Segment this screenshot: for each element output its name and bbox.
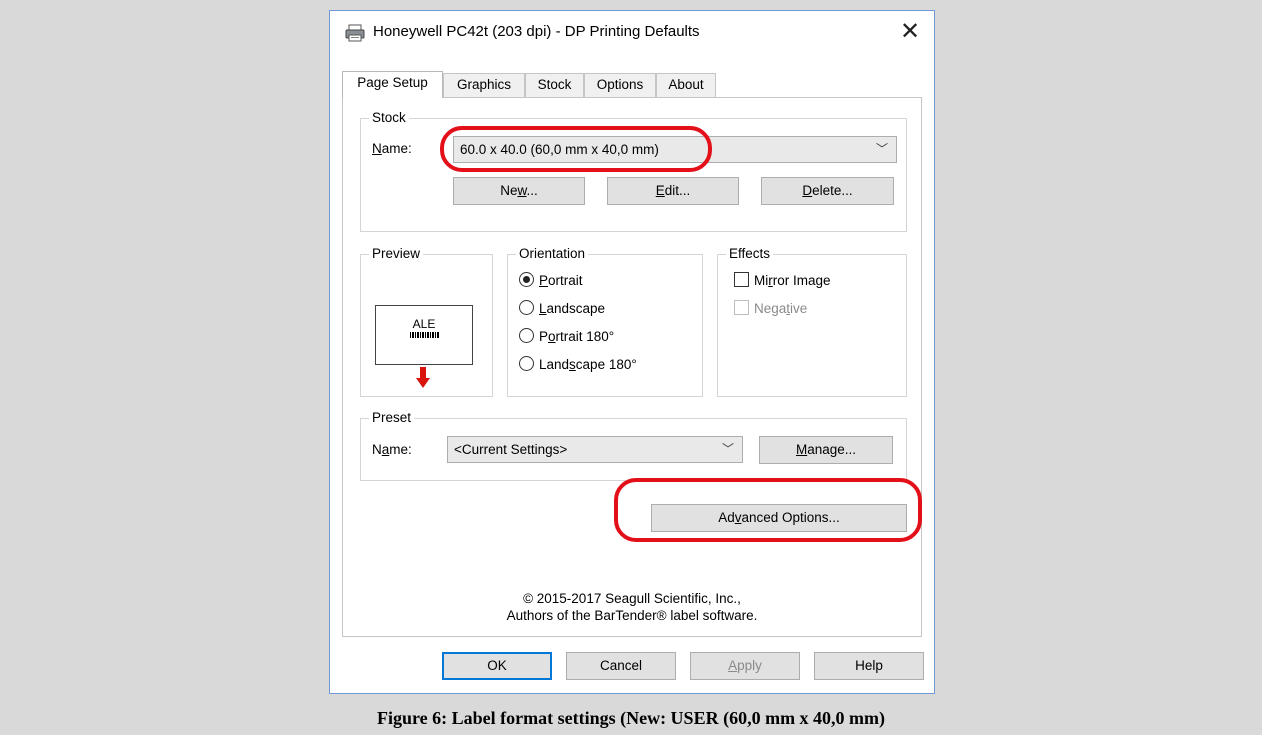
orientation-group: Orientation Portrait Landscape Portrait …	[507, 246, 703, 397]
new-stock-button[interactable]: New...	[453, 177, 585, 205]
orientation-portrait-180-radio[interactable]: Portrait 180°	[519, 328, 614, 348]
help-button[interactable]: Help	[814, 652, 924, 680]
title-bar[interactable]: Honeywell PC42t (203 dpi) - DP Printing …	[330, 11, 934, 55]
mirror-image-checkbox[interactable]: Mirror Image	[734, 272, 831, 292]
effects-group-label: Effects	[726, 246, 774, 262]
preview-group: Preview ALE	[360, 246, 493, 397]
radio-checked-icon	[519, 272, 534, 287]
preview-group-label: Preview	[369, 246, 424, 262]
annotation-highlight-advanced-options	[614, 478, 922, 542]
preview-label-text: ALE	[412, 317, 436, 331]
radio-unchecked-icon	[519, 356, 534, 371]
stock-group-label: Stock	[369, 110, 409, 126]
delete-stock-button[interactable]: Delete...	[761, 177, 894, 205]
barcode-icon	[410, 332, 440, 338]
effects-group: Effects Mirror Image Negative	[717, 246, 907, 397]
checkbox-icon	[734, 272, 749, 287]
orientation-landscape-180-radio[interactable]: Landscape 180°	[519, 356, 637, 376]
copyright-line-1: © 2015-2017 Seagull Scientific, Inc.,	[523, 591, 741, 606]
ok-button[interactable]: OK	[442, 652, 552, 680]
window-title: Honeywell PC42t (203 dpi) - DP Printing …	[373, 23, 700, 40]
cancel-button[interactable]: Cancel	[566, 652, 676, 680]
tab-stock[interactable]: Stock	[525, 73, 584, 97]
stock-name-label: Name:	[372, 141, 412, 156]
radio-unchecked-icon	[519, 300, 534, 315]
arrow-down-icon	[416, 367, 430, 388]
annotation-highlight-stock-name	[440, 126, 712, 172]
checkbox-icon	[734, 300, 749, 315]
radio-unchecked-icon	[519, 328, 534, 343]
printer-icon	[345, 24, 365, 42]
preset-name-value: <Current Settings>	[454, 442, 568, 457]
edit-stock-button[interactable]: Edit...	[607, 177, 739, 205]
tab-page-setup[interactable]: Page Setup	[342, 71, 443, 98]
negative-checkbox[interactable]: Negative	[734, 300, 807, 320]
orientation-portrait-radio[interactable]: Portrait	[519, 272, 583, 292]
chevron-down-icon: ﹀	[721, 442, 734, 456]
apply-button[interactable]: Apply	[690, 652, 800, 680]
close-icon[interactable]: ✕	[896, 19, 924, 47]
orientation-landscape-radio[interactable]: Landscape	[519, 300, 605, 320]
label-preview: ALE	[375, 305, 473, 365]
printing-defaults-dialog: Honeywell PC42t (203 dpi) - DP Printing …	[329, 10, 935, 694]
figure-caption: Figure 6: Label format settings (New: US…	[376, 708, 886, 728]
preset-group: Preset Name: <Current Settings> ﹀ Manage…	[360, 410, 907, 481]
tab-graphics[interactable]: Graphics	[443, 73, 525, 97]
page-setup-panel: Stock Name: 60.0 x 40.0 (60,0 mm x 40,0 …	[342, 97, 922, 637]
preset-name-dropdown[interactable]: <Current Settings> ﹀	[447, 436, 743, 463]
chevron-down-icon: ﹀	[875, 142, 888, 156]
tab-options[interactable]: Options	[584, 73, 656, 97]
preset-name-label: Name:	[372, 442, 412, 457]
preset-group-label: Preset	[369, 410, 415, 426]
tab-about[interactable]: About	[656, 73, 716, 97]
manage-preset-button[interactable]: Manage...	[759, 436, 893, 464]
copyright-line-2: Authors of the BarTender® label software…	[506, 608, 758, 623]
orientation-group-label: Orientation	[516, 246, 589, 262]
